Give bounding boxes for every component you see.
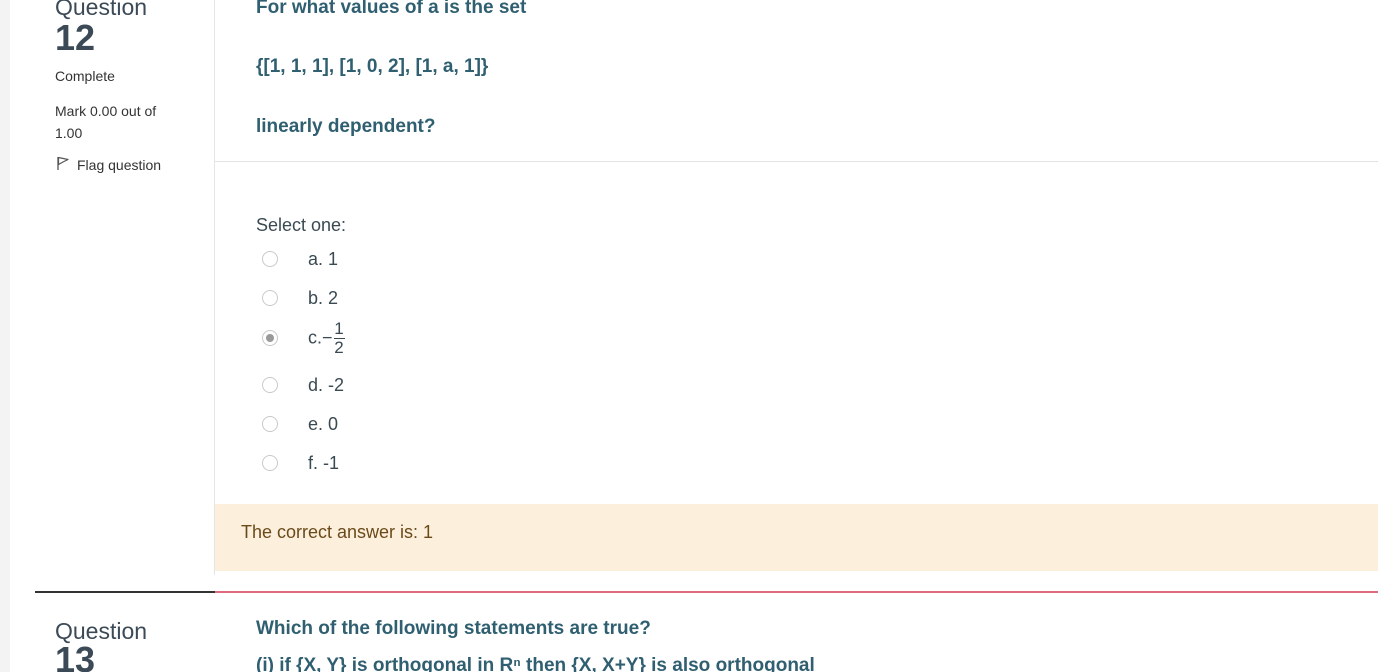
radio-icon[interactable]	[262, 330, 278, 346]
radio-icon[interactable]	[262, 416, 278, 432]
question-number: 12	[55, 17, 96, 58]
answer-label-f: f. -1	[308, 453, 340, 473]
radio-icon[interactable]	[262, 290, 278, 306]
answer-option-f[interactable]: f. -1	[262, 453, 339, 473]
answer-label-b: b. 2	[308, 288, 339, 308]
answer-label-d: d. -2	[308, 375, 345, 395]
flag-question-button[interactable]: Flag question	[55, 155, 161, 174]
radio-icon[interactable]	[262, 251, 278, 267]
flag-icon	[55, 155, 71, 174]
left-rail	[0, 0, 10, 672]
answer-label-e: e. 0	[308, 414, 339, 434]
fraction: 12	[333, 319, 345, 357]
answer-option-e[interactable]: e. 0	[262, 414, 338, 434]
question-text-separator	[215, 161, 1378, 162]
radio-icon[interactable]	[262, 377, 278, 393]
answer-option-d[interactable]: d. -2	[262, 375, 344, 395]
question-text-line2: linearly dependent?	[256, 116, 436, 137]
question-text-line1: Which of the following statements are tr…	[256, 618, 651, 639]
correct-answer-text: The correct answer is: 1	[241, 522, 434, 542]
question-divider-right	[215, 591, 1378, 593]
question-text-set: {[1, 1, 1], [1, 0, 2], [1, a, 1]}	[256, 56, 489, 77]
question-state: Complete	[55, 68, 115, 84]
feedback-box: The correct answer is: 1	[215, 504, 1378, 571]
question-number: 13	[55, 639, 96, 672]
answer-option-a[interactable]: a. 1	[262, 249, 338, 269]
radio-icon[interactable]	[262, 455, 278, 471]
answer-option-b[interactable]: b. 2	[262, 288, 338, 308]
answer-label-c: c.− 1 2	[308, 319, 345, 357]
question-grade: Mark 0.00 out of 1.00	[55, 103, 157, 141]
flag-question-label: Flag question	[77, 156, 162, 173]
answer-label-a: a. 1	[308, 249, 339, 269]
select-one-prompt: Select one:	[256, 215, 347, 235]
content-divider	[214, 0, 215, 575]
question-text-line1: For what values of a is the set	[256, 0, 527, 18]
question-text-line2: (i) if {X, Y} is orthogonal in Rⁿ then {…	[256, 655, 815, 672]
question-divider-left	[35, 591, 215, 593]
answer-option-c[interactable]: c.− 1 2	[262, 320, 345, 357]
quiz-review-page: Question 12 Complete Mark 0.00 out of 1.…	[0, 0, 1395, 672]
